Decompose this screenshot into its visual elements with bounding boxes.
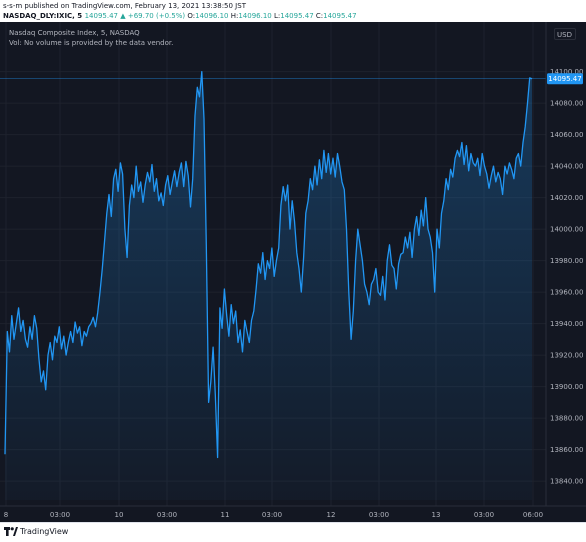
y-tick-label: 13860.00: [550, 446, 583, 454]
y-tick-label: 13920.00: [550, 352, 583, 360]
x-tick-label: 03:00: [369, 511, 389, 519]
currency-label: USD: [557, 31, 572, 39]
x-tick-label: 12: [327, 511, 336, 519]
chart-legend: Nasdaq Composite Index, 5, NASDAQ Vol: N…: [9, 28, 173, 48]
y-tick-label: 13960.00: [550, 289, 583, 297]
x-tick-label: 03:00: [50, 511, 70, 519]
x-tick-label: 11: [221, 511, 230, 519]
x-tick-label: 8: [4, 511, 8, 519]
x-tick-label: 03:00: [474, 511, 494, 519]
y-tick-label: 14000.00: [550, 226, 583, 234]
last-price-tag-label: 14095.47: [548, 75, 581, 83]
open-value: 14096.10: [195, 12, 229, 20]
symbol-name: NASDAQ_DLY:IXIC, 5: [3, 12, 83, 20]
symbol-line: NASDAQ_DLY:IXIC, 5 14095.47 ▲ +69.70 (+0…: [3, 11, 357, 21]
y-tick-label: 13980.00: [550, 257, 583, 265]
top-info-bar: s-s-m published on TradingView.com, Febr…: [0, 0, 586, 22]
tradingview-logo-icon: [4, 527, 18, 536]
x-tick-label: 10: [115, 511, 124, 519]
x-tick-label: 06:00: [523, 511, 543, 519]
time-scale-background: [0, 506, 586, 522]
y-tick-label: 13900.00: [550, 383, 583, 391]
last-price: 14095.47: [84, 12, 118, 20]
high-value: 14096.10: [238, 12, 272, 20]
x-tick-label: 13: [432, 511, 441, 519]
footer-brand: TradingView: [20, 527, 69, 536]
x-tick-label: 03:00: [157, 511, 177, 519]
y-tick-label: 14080.00: [550, 100, 583, 108]
price-change: ▲ +69.70 (+0.5%): [120, 12, 186, 20]
close-value: 14095.47: [323, 12, 357, 20]
y-tick-label: 14040.00: [550, 163, 583, 171]
y-tick-label: 14060.00: [550, 131, 583, 139]
open-label: O:: [187, 12, 196, 20]
footer-bar: TradingView: [0, 522, 586, 542]
legend-title: Nasdaq Composite Index, 5, NASDAQ: [9, 29, 140, 37]
y-tick-label: 13840.00: [550, 478, 583, 486]
price-chart[interactable]: 14100.0014080.0014060.0014040.0014020.00…: [0, 22, 586, 522]
y-tick-label: 13940.00: [550, 320, 583, 328]
last-price-tag: 14095.47: [547, 73, 583, 85]
low-value: 14095.47: [280, 12, 314, 20]
y-tick-label: 13880.00: [550, 415, 583, 423]
volume-note: Vol: No volume is provided by the data v…: [9, 39, 174, 47]
published-line: s-s-m published on TradingView.com, Febr…: [3, 2, 246, 10]
x-tick-label: 03:00: [262, 511, 282, 519]
y-tick-label: 14020.00: [550, 194, 583, 202]
